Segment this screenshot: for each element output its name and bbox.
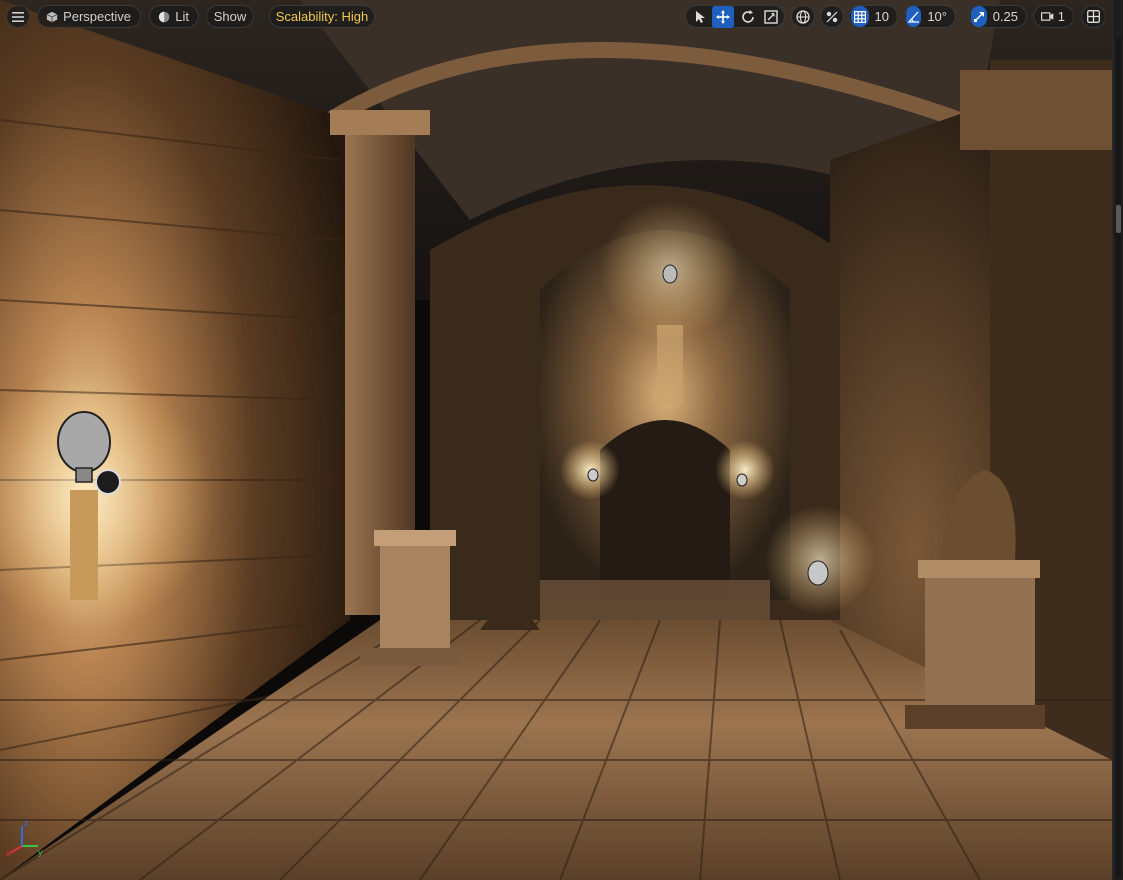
scene-render xyxy=(0,0,1112,880)
svg-text:y: y xyxy=(38,847,43,857)
show-flags-button[interactable]: Show xyxy=(206,5,254,28)
lighting-mode-button[interactable]: Lit xyxy=(149,5,199,28)
scale-icon xyxy=(764,10,778,24)
angle-snap-icon xyxy=(907,11,919,23)
select-tool-button[interactable] xyxy=(689,6,711,28)
world-globe-icon xyxy=(796,9,810,24)
lit-sphere-icon xyxy=(158,11,170,22)
camera-speed-value: 1 xyxy=(1057,9,1065,24)
lighting-mode-label: Lit xyxy=(175,9,189,24)
grid-snap-icon xyxy=(853,10,866,23)
rotation-snap-button[interactable]: 10° xyxy=(904,5,956,28)
viewport-layout-icon xyxy=(1087,10,1100,23)
view-mode-button[interactable]: Perspective xyxy=(37,5,141,28)
right-scrollbar[interactable] xyxy=(1112,0,1123,880)
rotate-icon xyxy=(742,10,754,23)
surface-snapping-button[interactable] xyxy=(820,5,844,28)
camera-icon xyxy=(1041,12,1054,21)
scalability-label: Scalability: High xyxy=(275,9,369,24)
grid-snap-value: 10 xyxy=(874,9,889,24)
camera-speed-button[interactable]: 1 xyxy=(1033,5,1074,28)
viewport-toolbar: Perspective Lit Show Scalability: High 1… xyxy=(0,0,1112,34)
translate-tool-button[interactable] xyxy=(712,6,734,28)
scale-snap-value: 0.25 xyxy=(992,9,1018,24)
viewport-layout-button[interactable] xyxy=(1081,5,1106,28)
rotate-tool-button[interactable] xyxy=(737,6,759,28)
perspective-cube-icon xyxy=(46,11,58,22)
level-viewport[interactable]: x y z xyxy=(0,0,1112,880)
select-cursor-icon xyxy=(696,11,705,23)
svg-text:x: x xyxy=(6,848,11,858)
coordinate-space-button[interactable] xyxy=(791,5,815,28)
translate-move-icon xyxy=(716,10,730,24)
scalability-button[interactable]: Scalability: High xyxy=(269,5,375,28)
grid-snap-button[interactable]: 10 xyxy=(849,5,898,28)
scale-snap-button[interactable]: 0.25 xyxy=(969,5,1027,28)
scale-tool-button[interactable] xyxy=(760,6,782,28)
svg-text:z: z xyxy=(24,818,29,828)
scrollbar-track[interactable] xyxy=(1116,38,1121,878)
view-mode-label: Perspective xyxy=(63,9,131,24)
scale-snap-icon xyxy=(973,11,984,22)
show-label: Show xyxy=(213,9,247,24)
hamburger-icon xyxy=(12,11,24,22)
axis-gizmo: x y z xyxy=(6,818,43,858)
scrollbar-thumb[interactable] xyxy=(1116,205,1121,233)
viewport-menu-button[interactable] xyxy=(6,5,30,28)
surface-snapping-icon xyxy=(826,11,838,22)
rotation-snap-value: 10° xyxy=(927,9,947,24)
